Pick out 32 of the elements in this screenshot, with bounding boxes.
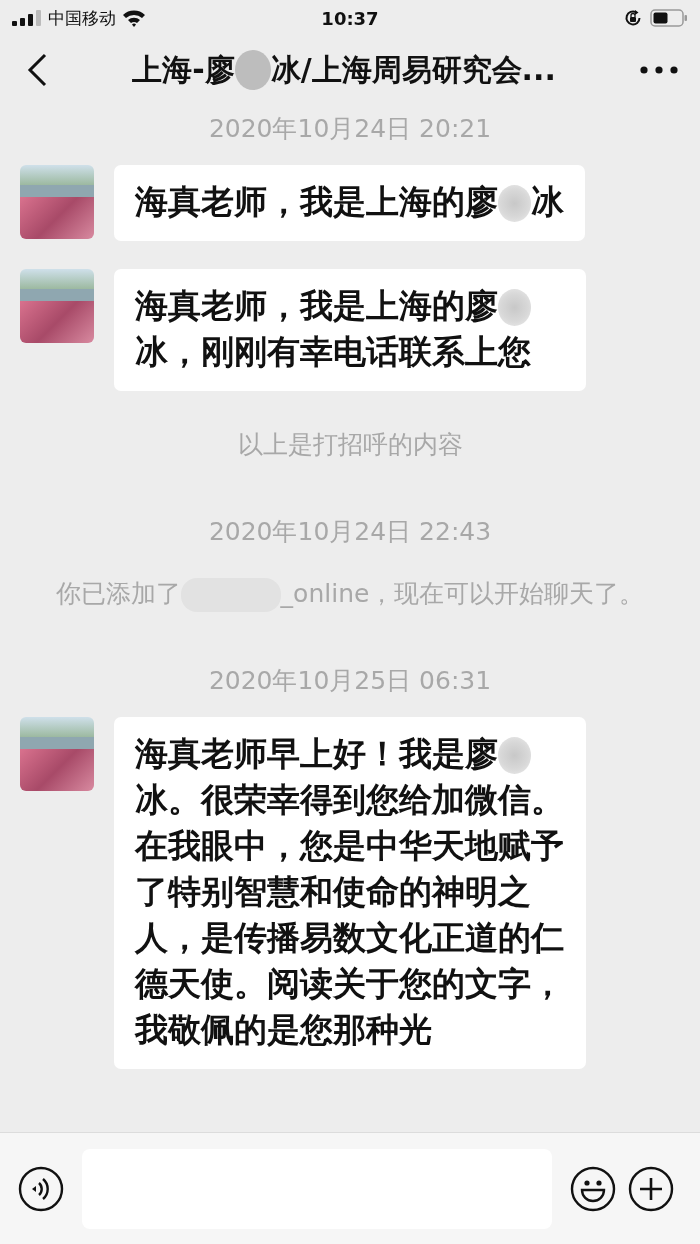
add-button[interactable] xyxy=(628,1165,674,1212)
signal-icon xyxy=(12,10,42,26)
message-text: 冰 xyxy=(531,182,564,221)
redaction-blur xyxy=(498,289,531,326)
chat-title: 冰/上海周易研究会... xyxy=(270,50,556,89)
more-icon xyxy=(640,66,678,74)
plus-icon xyxy=(628,1165,674,1212)
message-text: 海真老师，我是上海的廖 xyxy=(135,182,498,221)
voice-button[interactable] xyxy=(18,1165,64,1212)
redaction-blur xyxy=(498,185,531,222)
chat-title: 上海-廖 xyxy=(132,50,235,89)
carrier-name: 中国移动 xyxy=(48,6,116,30)
system-notice: _online，现在可以开始聊天了。 xyxy=(280,579,645,608)
system-notice: 你已添加了 xyxy=(55,579,181,608)
message-text: 海真老师，我是上海的廖 xyxy=(135,286,498,325)
wifi-icon xyxy=(122,9,146,27)
voice-icon xyxy=(18,1165,64,1212)
chat-timestamp: 2020年10月24日 20:21 xyxy=(208,113,492,145)
rotation-lock-icon xyxy=(624,9,642,27)
emoji-button[interactable] xyxy=(570,1165,616,1212)
message-text: 海真老师早上好！我是廖 xyxy=(135,734,498,773)
back-icon xyxy=(26,53,48,87)
chat-timestamp: 2020年10月25日 06:31 xyxy=(208,665,492,697)
system-notice: 以上是打招呼的内容 xyxy=(237,430,463,459)
smiley-icon xyxy=(570,1165,616,1212)
battery-icon xyxy=(650,9,688,27)
status-time: 10:37 xyxy=(321,7,379,29)
redaction-blur xyxy=(234,50,271,90)
redaction-blur xyxy=(498,737,531,774)
message-text: 冰。很荣幸得到您给加微信。在我眼中，您是中华天地赋予了特别智慧和使命的神明之人，是传播易数文化正道的仁德天使。阅读关于您的文字，我敬佩的是您那种光 xyxy=(135,780,564,1049)
message-text: 冰，刚刚有幸电话联系上您 xyxy=(135,332,531,371)
chat-timestamp: 2020年10月24日 22:43 xyxy=(208,516,492,548)
